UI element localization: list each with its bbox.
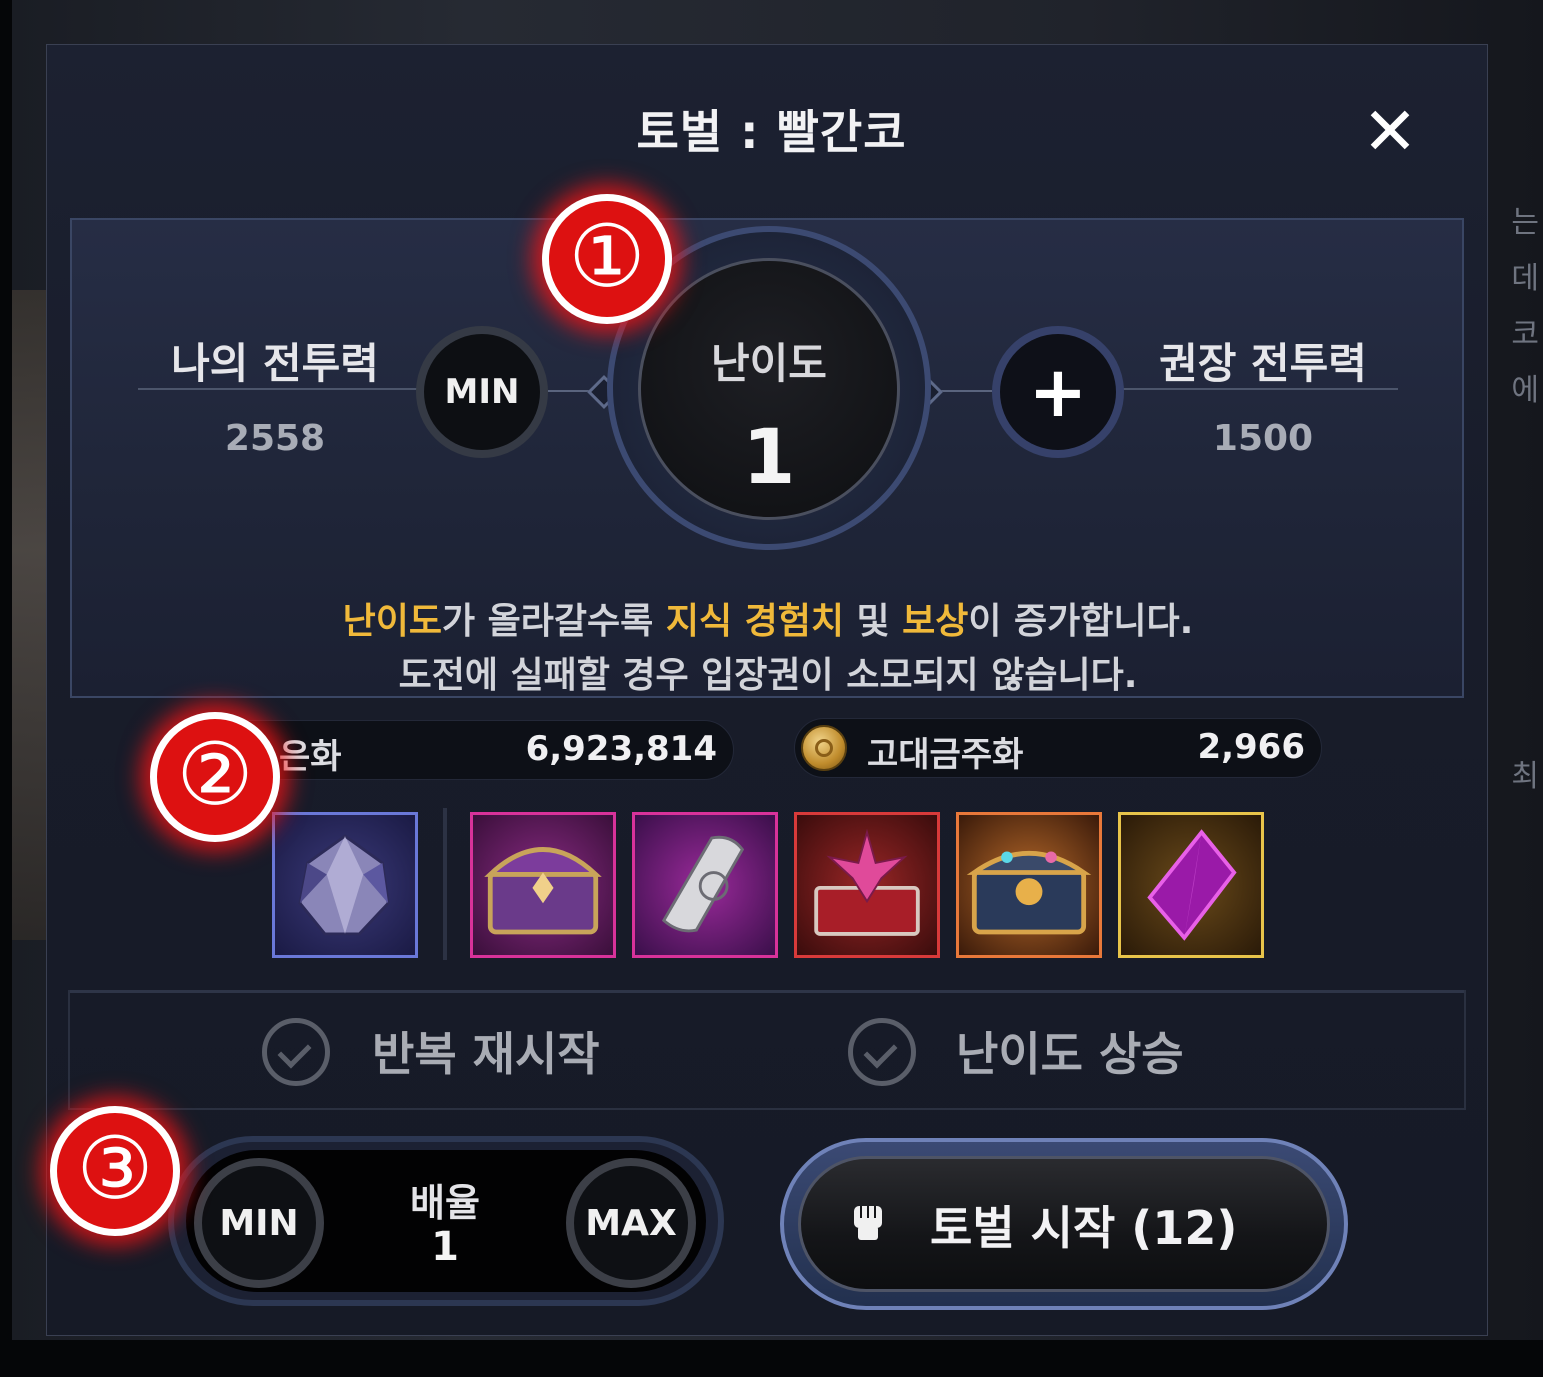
reward-item-3[interactable] (632, 812, 778, 958)
multiplier-max-button[interactable]: MAX (566, 1158, 696, 1288)
currency-silver: 은화 6,923,814 (206, 720, 734, 780)
my-power-divider (138, 388, 418, 390)
reward-item-2[interactable] (470, 812, 616, 958)
fist-icon (854, 1206, 882, 1240)
multiplier-min-button[interactable]: MIN (194, 1158, 324, 1288)
currency-ancient-gold-value: 2,966 (1197, 727, 1305, 767)
difficulty-label: 난이도 (711, 339, 827, 388)
purple-gem-icon (298, 834, 390, 936)
difficulty-up-label[interactable]: 난이도 상승 (956, 1018, 1184, 1084)
difficulty-up-checkbox[interactable] (848, 1018, 916, 1086)
scroll-icon (661, 835, 745, 933)
recommended-power-label: 권장 전투력 (1159, 339, 1367, 388)
annotation-marker-1: ① (542, 194, 672, 324)
red-gift-chest-icon (814, 828, 920, 936)
reward-item-1[interactable] (272, 812, 418, 958)
currency-silver-name: 은화 (279, 737, 342, 777)
reward-item-5[interactable] (956, 812, 1102, 958)
my-power-value: 2558 (224, 418, 326, 459)
purple-treasure-chest-icon (484, 847, 602, 935)
difficulty-plus-button[interactable]: + (992, 326, 1124, 458)
annotation-marker-3: ③ (50, 1106, 180, 1236)
difficulty-min-button[interactable]: MIN (416, 326, 548, 458)
dialog-title: 토벌 : 빨간코 (636, 105, 907, 159)
currency-silver-value: 6,923,814 (525, 729, 717, 769)
magenta-crystal-icon (1147, 829, 1237, 941)
currency-ancient-gold-name: 고대금주화 (867, 735, 1024, 775)
reward-item-6[interactable] (1118, 812, 1264, 958)
difficulty-value: 1 (742, 412, 796, 501)
repeat-restart-checkbox[interactable] (262, 1018, 330, 1086)
recommended-power-value: 1500 (1212, 418, 1314, 459)
golden-chest-icon (966, 850, 1092, 935)
start-raid-label[interactable]: 토벌 시작 (12) (930, 1192, 1270, 1258)
my-power-label: 나의 전투력 (171, 339, 379, 388)
annotation-marker-2: ② (150, 712, 280, 842)
ancient-gold-coin-icon (801, 725, 847, 771)
reward-item-4[interactable] (794, 812, 940, 958)
multiplier-label: 배율 (410, 1181, 480, 1225)
recommended-power-divider (1118, 388, 1398, 390)
background-side-text: 는데 코에 최 (1511, 205, 1539, 794)
currency-ancient-gold: 고대금주화 2,966 (794, 718, 1322, 778)
repeat-restart-label[interactable]: 반복 재시작 (372, 1018, 600, 1084)
difficulty-info-line1: 난이도가 올라갈수록 지식 경험치 및 보상이 증가합니다. (342, 601, 1194, 642)
reward-divider (443, 808, 447, 960)
multiplier-value: 1 (431, 1224, 459, 1270)
difficulty-info-line2: 도전에 실패할 경우 입장권이 소모되지 않습니다. (398, 655, 1138, 696)
close-button[interactable]: ✕ (1358, 99, 1422, 165)
